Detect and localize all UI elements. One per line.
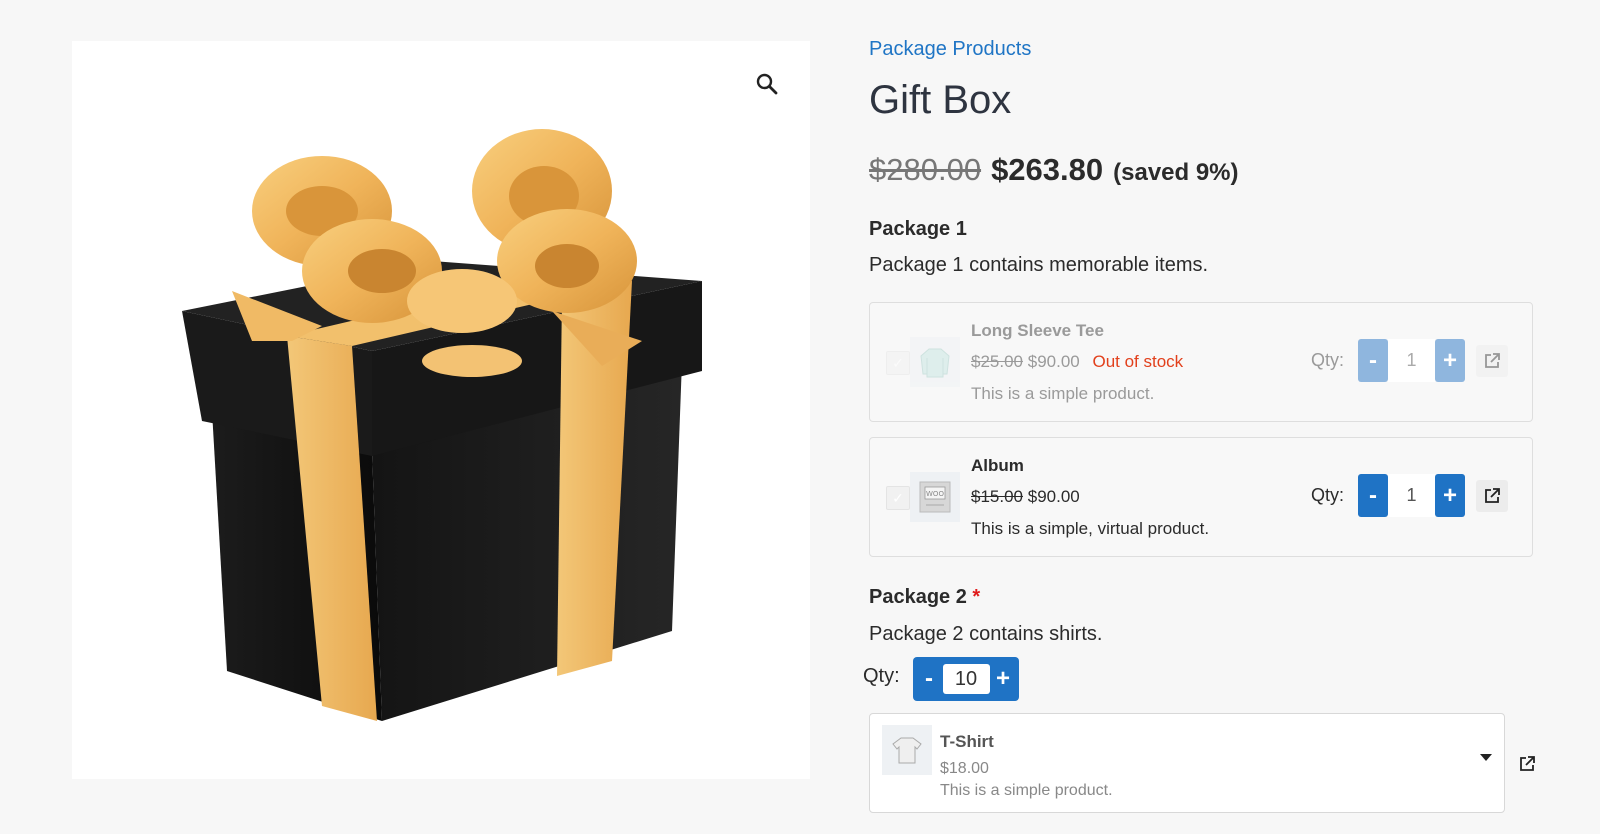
- package2-product-select[interactable]: T-Shirt $18.00 This is a simple product.: [869, 713, 1505, 813]
- search-icon: [756, 73, 778, 95]
- external-link-icon: [1485, 488, 1500, 503]
- package-item-album: ✓ WOO Album $15.00 $90.00 This is a simp…: [869, 437, 1533, 557]
- item-price: $15.00 $90.00: [971, 487, 1080, 507]
- qty-plus-button[interactable]: +: [1435, 339, 1465, 382]
- package2-title-text: Package 2: [869, 586, 967, 608]
- qty-minus-button[interactable]: -: [1358, 339, 1388, 382]
- package2-qty-label: Qty:: [863, 665, 900, 687]
- item-checkbox[interactable]: ✓: [886, 486, 910, 510]
- package2-qty-stepper: - 10 +: [913, 657, 1019, 701]
- selected-item-description: This is a simple product.: [940, 782, 1113, 799]
- view-selected-item-button[interactable]: [1511, 748, 1543, 780]
- sale-price: $263.80: [991, 152, 1104, 187]
- item-price: $25.00 $90.00 Out of stock: [971, 352, 1183, 372]
- item-description: This is a simple product.: [971, 384, 1155, 403]
- package-item-long-sleeve-tee: ✓ Long Sleeve Tee $25.00 $90.00 Out of s…: [869, 302, 1533, 422]
- stock-status: Out of stock: [1092, 352, 1184, 371]
- qty-input[interactable]: 1: [1388, 339, 1435, 382]
- item-name: Long Sleeve Tee: [971, 321, 1104, 340]
- selected-item-thumbnail: [882, 725, 932, 775]
- qty-label: Qty:: [1311, 485, 1345, 505]
- chevron-down-icon: [1480, 754, 1492, 761]
- album-icon: WOO: [919, 481, 951, 513]
- t-shirt-icon: [892, 737, 922, 764]
- item-description: This is a simple, virtual product.: [971, 519, 1210, 538]
- item-regular-price: $25.00: [971, 352, 1023, 371]
- item-thumbnail: WOO: [910, 472, 960, 522]
- regular-price: $280.00: [869, 152, 982, 187]
- package1-title: Package 1: [869, 218, 967, 240]
- breadcrumb-category-link[interactable]: Package Products: [869, 38, 1031, 61]
- saved-percentage: (saved 9%): [1113, 159, 1239, 186]
- qty-input[interactable]: 1: [1388, 474, 1435, 517]
- view-item-button[interactable]: [1476, 345, 1508, 377]
- item-sale-price: $90.00: [1027, 487, 1080, 506]
- package2-title: Package 2 *: [869, 586, 980, 609]
- qty-label: Qty:: [1311, 350, 1345, 370]
- product-title: Gift Box: [869, 78, 1012, 122]
- qty-stepper: - 1 +: [1358, 474, 1465, 517]
- view-item-button[interactable]: [1476, 480, 1508, 512]
- package2-qty-input[interactable]: 10: [942, 664, 990, 694]
- external-link-icon: [1485, 353, 1500, 368]
- item-thumbnail: [910, 337, 960, 387]
- external-link-icon: [1520, 756, 1535, 771]
- svg-text:WOO: WOO: [926, 490, 944, 498]
- gift-box-image: [182, 129, 702, 721]
- zoom-button[interactable]: [752, 69, 782, 99]
- qty-minus-button[interactable]: -: [1358, 474, 1388, 517]
- required-mark: *: [972, 586, 981, 608]
- long-sleeve-tee-icon: [920, 348, 950, 378]
- qty-plus-button[interactable]: +: [1435, 474, 1465, 517]
- product-image-panel: [72, 41, 810, 779]
- item-checkbox[interactable]: ✓: [886, 351, 910, 375]
- selected-item-price: $18.00: [940, 760, 989, 777]
- item-name: Album: [971, 456, 1024, 475]
- item-regular-price: $15.00: [971, 487, 1023, 506]
- item-sale-price: $90.00: [1027, 352, 1080, 371]
- selected-item-name: T-Shirt: [940, 732, 994, 751]
- price-row: $280.00 $263.80 (saved 9%): [869, 152, 1239, 188]
- package2-qty-minus-button[interactable]: -: [919, 665, 939, 693]
- package1-description: Package 1 contains memorable items.: [869, 254, 1209, 276]
- qty-stepper: - 1 +: [1358, 339, 1465, 382]
- package2-qty-plus-button[interactable]: +: [993, 665, 1013, 693]
- package2-description: Package 2 contains shirts.: [869, 623, 1103, 645]
